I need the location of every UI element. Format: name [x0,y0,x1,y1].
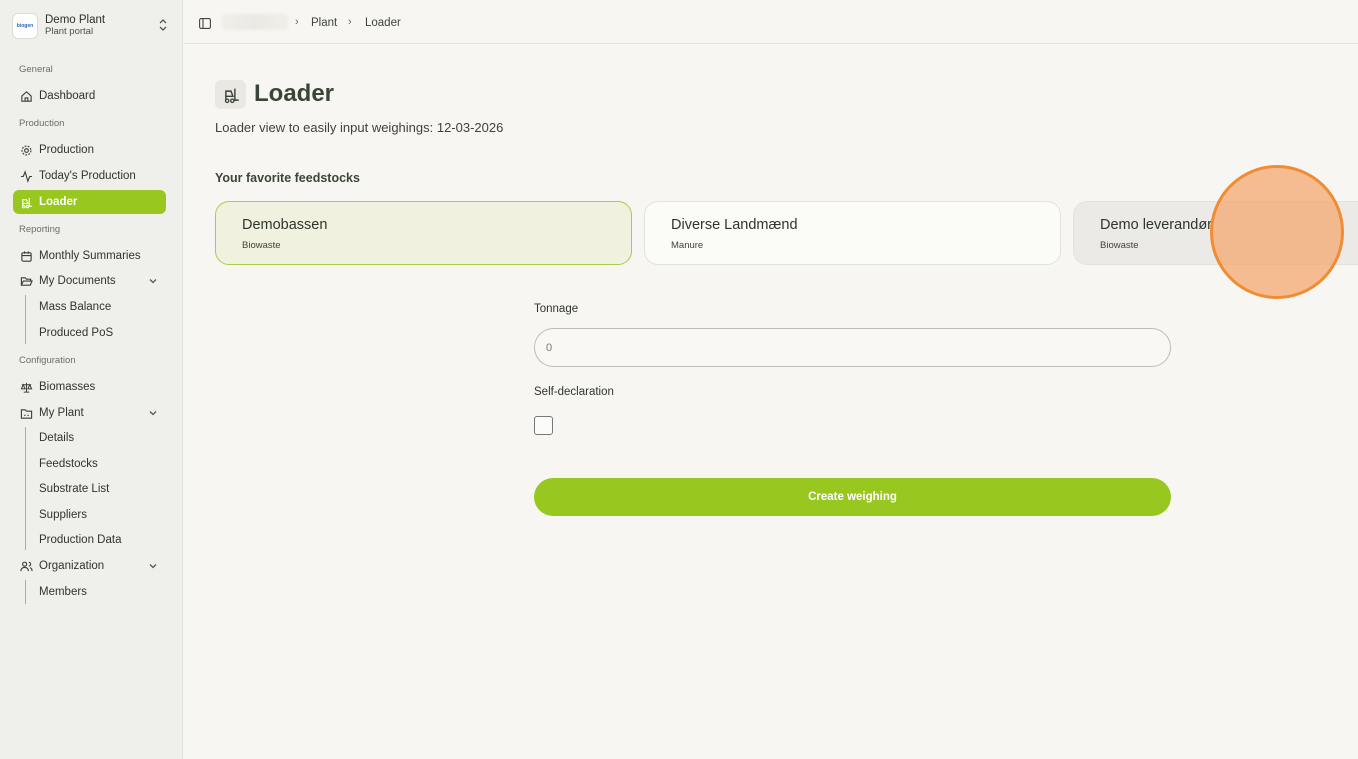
factory-icon [19,406,33,420]
page-title: Loader [254,80,335,107]
feedstock-card[interactable]: Diverse Landmænd Manure [644,201,1061,265]
submenu-line [25,580,26,604]
scale-icon [19,380,33,394]
feedstock-type: Manure [671,240,704,251]
sidebar-item-substrate-list[interactable]: Substrate List [39,480,109,498]
sidebar-item-label: Dashboard [39,90,96,102]
forklift-icon [19,195,33,209]
sidebar-item-label: My Plant [39,407,84,419]
breadcrumb-loader: Loader [365,17,401,29]
feedstock-type: Biowaste [242,240,281,251]
sidebar-item-my-documents[interactable]: My Documents [13,269,166,293]
sidebar-item-suppliers[interactable]: Suppliers [39,506,87,524]
sidebar-item-members[interactable]: Members [39,583,87,601]
breadcrumb-root-blurred[interactable] [222,14,288,30]
activity-icon [19,169,33,183]
sidebar-item-monthly-summaries[interactable]: Monthly Summaries [13,244,166,268]
page-subtitle: Loader view to easily input weighings: 1… [215,120,504,135]
chevron-right-icon: › [348,16,352,28]
section-production: Production [19,118,65,129]
tonnage-label: Tonnage [534,303,579,315]
sidebar-toggle-icon[interactable] [199,16,211,29]
sidebar-item-organization[interactable]: Organization [13,554,166,578]
users-icon [19,559,33,573]
self-declaration-checkbox[interactable] [534,416,553,435]
folder-open-icon [19,274,33,288]
section-reporting: Reporting [19,224,61,235]
feedstock-name: Diverse Landmænd [671,217,798,233]
chevron-right-icon: › [295,16,299,28]
org-subtitle: Plant portal [45,26,94,37]
favorites-heading: Your favorite feedstocks [215,171,360,185]
chevron-down-icon[interactable] [148,276,158,289]
sidebar-item-loader[interactable]: Loader [13,190,166,214]
breadcrumb-plant[interactable]: Plant [311,17,337,29]
sidebar-item-biomasses[interactable]: Biomasses [13,375,166,399]
chevron-down-icon[interactable] [148,408,158,421]
sidebar-item-label: Loader [39,196,78,208]
org-switcher[interactable]: biogen Demo Plant Plant portal [12,11,172,41]
forklift-icon [215,80,246,109]
chevrons-up-down-icon[interactable] [158,18,168,32]
feedstock-type: Biowaste [1100,240,1139,251]
feedstock-card[interactable]: Demobassen Biowaste [215,201,632,265]
sidebar-item-my-plant[interactable]: My Plant [13,401,166,425]
feedstock-name: Demobassen [242,217,328,233]
section-general: General [19,64,53,75]
submenu-line [25,295,26,344]
gear-icon [19,143,33,157]
self-declaration-label: Self-declaration [534,386,614,398]
sidebar-item-production[interactable]: Production [13,138,166,162]
home-icon [19,89,33,103]
sidebar-item-label: Biomasses [39,381,96,393]
submenu-line [25,427,26,550]
org-name: Demo Plant [45,14,106,26]
sidebar-item-label: My Documents [39,275,116,287]
sidebar-item-produced-pos[interactable]: Produced PoS [39,324,113,342]
sidebar-item-mass-balance[interactable]: Mass Balance [39,298,111,316]
sidebar-item-label: Monthly Summaries [39,250,141,262]
feedstock-name: Demo leverandør [1100,217,1213,233]
chevron-down-icon[interactable] [148,561,158,574]
tonnage-input[interactable] [534,328,1171,367]
org-logo: biogen [12,13,38,39]
sidebar-item-label: Production [39,144,94,156]
create-weighing-button[interactable]: Create weighing [534,478,1171,516]
sidebar: biogen Demo Plant Plant portal General D… [0,0,183,759]
sidebar-item-feedstocks[interactable]: Feedstocks [39,455,98,473]
calendar-icon [19,249,33,263]
section-configuration: Configuration [19,355,76,366]
top-bar: › Plant › Loader [184,0,1358,44]
sidebar-item-todays-production[interactable]: Today's Production [13,164,166,188]
sidebar-item-dashboard[interactable]: Dashboard [13,84,166,108]
sidebar-item-label: Organization [39,560,105,572]
feedstock-card[interactable]: Demo leverandør Biowaste [1073,201,1358,265]
sidebar-item-details[interactable]: Details [39,429,74,447]
sidebar-item-production-data[interactable]: Production Data [39,531,121,549]
sidebar-item-label: Today's Production [39,170,136,182]
